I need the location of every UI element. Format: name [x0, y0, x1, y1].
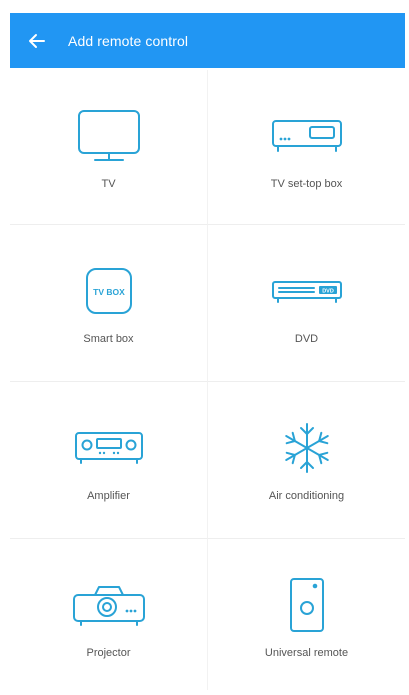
smart-box-icon: TV BOX — [84, 261, 134, 321]
device-label: TV — [101, 178, 116, 190]
app-bar: Add remote control — [10, 13, 405, 68]
device-tile-set-top-box[interactable]: TV set-top box — [208, 70, 405, 225]
device-label: DVD — [294, 333, 319, 345]
tv-icon — [76, 106, 142, 166]
projector-icon — [71, 575, 147, 635]
device-grid: TV TV set-top box TV BOX Smart box DVD D… — [10, 70, 405, 690]
device-tile-universal-remote[interactable]: Universal remote — [208, 539, 405, 690]
device-label: Universal remote — [264, 647, 349, 659]
device-label: Amplifier — [87, 490, 130, 502]
device-tile-amplifier[interactable]: Amplifier — [10, 382, 208, 539]
device-tile-smart-box[interactable]: TV BOX Smart box — [10, 225, 208, 382]
snowflake-icon — [279, 418, 335, 478]
device-label: Projector — [86, 647, 131, 659]
set-top-box-icon — [270, 106, 344, 166]
smart-box-icon-text: TV BOX — [93, 287, 125, 297]
device-label: Air conditioning — [268, 490, 345, 502]
device-tile-air-conditioning[interactable]: Air conditioning — [208, 382, 405, 539]
back-button[interactable] — [20, 24, 54, 58]
device-label: Smart box — [83, 333, 134, 345]
app-screen: Add remote control TV TV set-top box TV … — [0, 0, 409, 695]
dvd-icon: DVD — [270, 261, 344, 321]
device-tile-tv[interactable]: TV — [10, 70, 208, 225]
device-tile-projector[interactable]: Projector — [10, 539, 208, 690]
page-title: Add remote control — [68, 32, 189, 49]
universal-remote-icon — [287, 575, 327, 635]
dvd-icon-text: DVD — [322, 289, 334, 295]
device-tile-dvd[interactable]: DVD DVD — [208, 225, 405, 382]
device-label: TV set-top box — [270, 178, 343, 190]
amplifier-icon — [73, 418, 145, 478]
arrow-left-icon — [27, 31, 47, 51]
